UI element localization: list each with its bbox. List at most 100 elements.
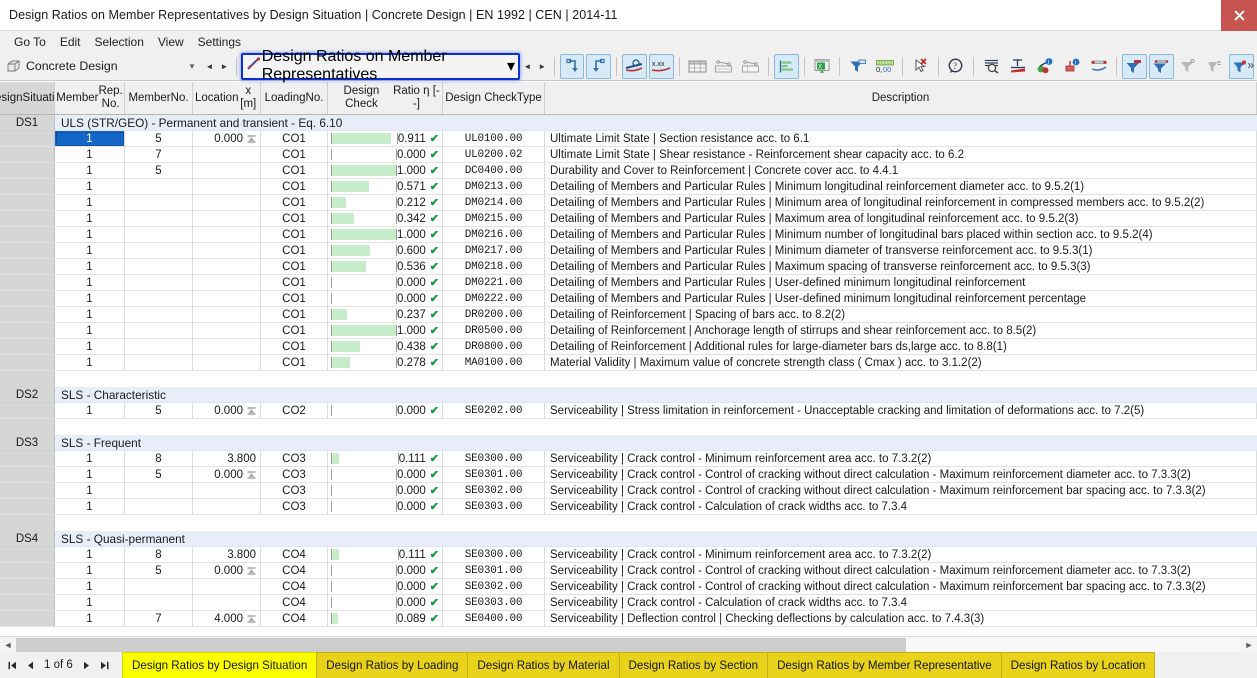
decimal-places-button[interactable]: x.xx (648, 53, 674, 79)
cell-member-rep-no[interactable]: 1 (55, 179, 125, 195)
scroll-left-button[interactable]: ◄ (0, 636, 16, 652)
cell-design-check-ratio[interactable]: 0.237 ✔ (328, 307, 443, 323)
table-row[interactable]: 1 CO1 0.278 ✔ MA0100.00 Material Validity | M… (0, 355, 1257, 371)
cell-member-no[interactable] (125, 227, 193, 243)
cell-description[interactable]: Detailing of Members and Particular Rule… (545, 227, 1257, 243)
cell-location[interactable]: 0.000 (193, 131, 261, 147)
cell-design-check-ratio[interactable]: 0.911 ✔ (328, 131, 443, 147)
cell-design-check-ratio[interactable]: 0.571 ✔ (328, 179, 443, 195)
cell-design-check-type[interactable]: SE0301.00 (443, 563, 545, 579)
cell-design-check-type[interactable]: SE0302.00 (443, 579, 545, 595)
cell-design-check-ratio[interactable]: 0.278 ✔ (328, 355, 443, 371)
cell-loading-no[interactable]: CO1 (261, 323, 328, 339)
cell-loading-no[interactable]: CO4 (261, 547, 328, 563)
table-row[interactable]: 1 CO1 0.438 ✔ DR0800.00 Detailing of Reinforc… (0, 339, 1257, 355)
cell-loading-no[interactable]: CO1 (261, 355, 328, 371)
cell-loading-no[interactable]: CO1 (261, 211, 328, 227)
cell-location[interactable] (193, 291, 261, 307)
cell-design-check-type[interactable]: DM0222.00 (443, 291, 545, 307)
cell-location[interactable] (193, 275, 261, 291)
cell-member-no[interactable]: 5 (125, 563, 193, 579)
table-grid-button[interactable] (685, 54, 710, 79)
cell-description[interactable]: Serviceability | Crack control - Calcula… (545, 499, 1257, 515)
cell-member-no[interactable]: 8 (125, 547, 193, 563)
cell-loading-no[interactable]: CO1 (261, 307, 328, 323)
menu-item-goto[interactable]: Go To (7, 34, 53, 50)
cell-design-check-ratio[interactable]: 0.342 ✔ (328, 211, 443, 227)
cell-location[interactable]: 0.000 (193, 403, 261, 419)
cell-member-rep-no[interactable]: 1 (55, 147, 125, 163)
cell-loading-no[interactable]: CO1 (261, 291, 328, 307)
cell-member-rep-no[interactable]: 1 (55, 291, 125, 307)
cell-member-rep-no[interactable]: 1 (55, 355, 125, 371)
scroll-thumb[interactable] (16, 637, 906, 652)
cell-member-rep-no[interactable]: 1 (55, 579, 125, 595)
cell-location[interactable] (193, 355, 261, 371)
first-page-button[interactable] (4, 656, 20, 674)
cell-design-check-type[interactable]: SE0302.00 (443, 483, 545, 499)
cell-description[interactable]: Serviceability | Stress limitation in re… (545, 403, 1257, 419)
chevron-down-icon[interactable]: ▾ (507, 56, 515, 76)
cell-location[interactable] (193, 243, 261, 259)
units-button[interactable] (622, 53, 647, 79)
cell-design-check-type[interactable]: DR0800.00 (443, 339, 545, 355)
cell-loading-no[interactable]: CO4 (261, 563, 328, 579)
menu-item-settings[interactable]: Settings (191, 34, 248, 50)
cell-design-check-type[interactable]: SE0303.00 (443, 595, 545, 611)
table-row[interactable]: 1 CO1 0.000 ✔ DM0221.00 Detailing of Members … (0, 275, 1257, 291)
cell-design-check-ratio[interactable]: 0.600 ✔ (328, 243, 443, 259)
cell-description[interactable]: Detailing of Reinforcement | Additional … (545, 339, 1257, 355)
cell-location[interactable] (193, 499, 261, 515)
cell-location[interactable] (193, 227, 261, 243)
cell-loading-no[interactable]: CO1 (261, 163, 328, 179)
sheet-tab-5[interactable]: Design Ratios by Location (1000, 652, 1156, 678)
table-combo[interactable]: Design Ratios on Member Representatives … (240, 48, 520, 83)
cell-design-check-type[interactable]: DM0214.00 (443, 195, 545, 211)
cell-member-rep-no[interactable]: 1 (55, 131, 125, 147)
cell-design-check-ratio[interactable]: 0.000 ✔ (328, 563, 443, 579)
filter-sigma-button[interactable]: Σ (1202, 54, 1227, 79)
cell-member-no[interactable] (125, 355, 193, 371)
cell-member-no[interactable] (125, 211, 193, 227)
table-row[interactable]: 1 CO1 0.342 ✔ DM0215.00 Detailing of Members … (0, 211, 1257, 227)
cell-design-check-type[interactable]: SE0400.00 (443, 611, 545, 627)
cell-design-check-ratio[interactable]: 0.438 ✔ (328, 339, 443, 355)
column-header-member_rep_no[interactable]: Member Rep. No. (55, 82, 125, 114)
cell-member-no[interactable]: 7 (125, 611, 193, 627)
cell-design-check-ratio[interactable]: 1.000 ✔ (328, 227, 443, 243)
cell-design-check-ratio[interactable]: 1.000 ✔ (328, 323, 443, 339)
cell-design-check-ratio[interactable]: 0.000 ✔ (328, 595, 443, 611)
cell-design-check-ratio[interactable]: 0.111 ✔ (328, 547, 443, 563)
close-button[interactable] (1221, 0, 1257, 31)
cell-member-no[interactable] (125, 291, 193, 307)
cell-member-rep-no[interactable]: 1 (55, 403, 125, 419)
cell-member-rep-no[interactable]: 1 (55, 163, 125, 179)
cell-loading-no[interactable]: CO3 (261, 467, 328, 483)
cell-description[interactable]: Serviceability | Crack control - Control… (545, 579, 1257, 595)
cell-member-rep-no[interactable]: 1 (55, 451, 125, 467)
filter-blue-button[interactable] (1148, 53, 1174, 79)
table-row[interactable]: 1 CO1 0.571 ✔ DM0213.00 Detailing of Members … (0, 179, 1257, 195)
table-row[interactable]: 1 CO3 0.000 ✔ SE0302.00 Serviceability | Crac… (0, 483, 1257, 499)
export-excel-button[interactable]: X (810, 54, 835, 79)
cell-location[interactable] (193, 579, 261, 595)
redo-arrow-button[interactable] (586, 53, 612, 79)
cell-design-check-type[interactable]: UL0100.00 (443, 131, 545, 147)
cell-design-check-type[interactable]: DM0218.00 (443, 259, 545, 275)
cell-description[interactable]: Detailing of Reinforcement | Anchorage l… (545, 323, 1257, 339)
cell-member-no[interactable] (125, 179, 193, 195)
cell-design-check-type[interactable]: SE0300.00 (443, 547, 545, 563)
table-row-delete-button[interactable] (738, 54, 763, 79)
table-row[interactable]: 1 CO1 0.212 ✔ DM0214.00 Detailing of Members … (0, 195, 1257, 211)
cell-design-check-type[interactable]: DM0215.00 (443, 211, 545, 227)
cell-description[interactable]: Durability and Cover to Reinforcement | … (545, 163, 1257, 179)
cell-member-rep-no[interactable]: 1 (55, 467, 125, 483)
table-row[interactable]: 1 CO4 0.000 ✔ SE0303.00 Serviceability | Crac… (0, 595, 1257, 611)
cell-design-check-ratio[interactable]: 0.000 ✔ (328, 467, 443, 483)
table-row[interactable]: 1 CO1 0.536 ✔ DM0218.00 Detailing of Members … (0, 259, 1257, 275)
cell-description[interactable]: Detailing of Members and Particular Rule… (545, 179, 1257, 195)
cell-description[interactable]: Serviceability | Crack control - Control… (545, 563, 1257, 579)
table-row[interactable]: 1 8 3.800 CO3 0.111 ✔ SE0300.00 Serviceability … (0, 451, 1257, 467)
cell-member-rep-no[interactable]: 1 (55, 275, 125, 291)
next-page-button[interactable] (79, 656, 95, 674)
